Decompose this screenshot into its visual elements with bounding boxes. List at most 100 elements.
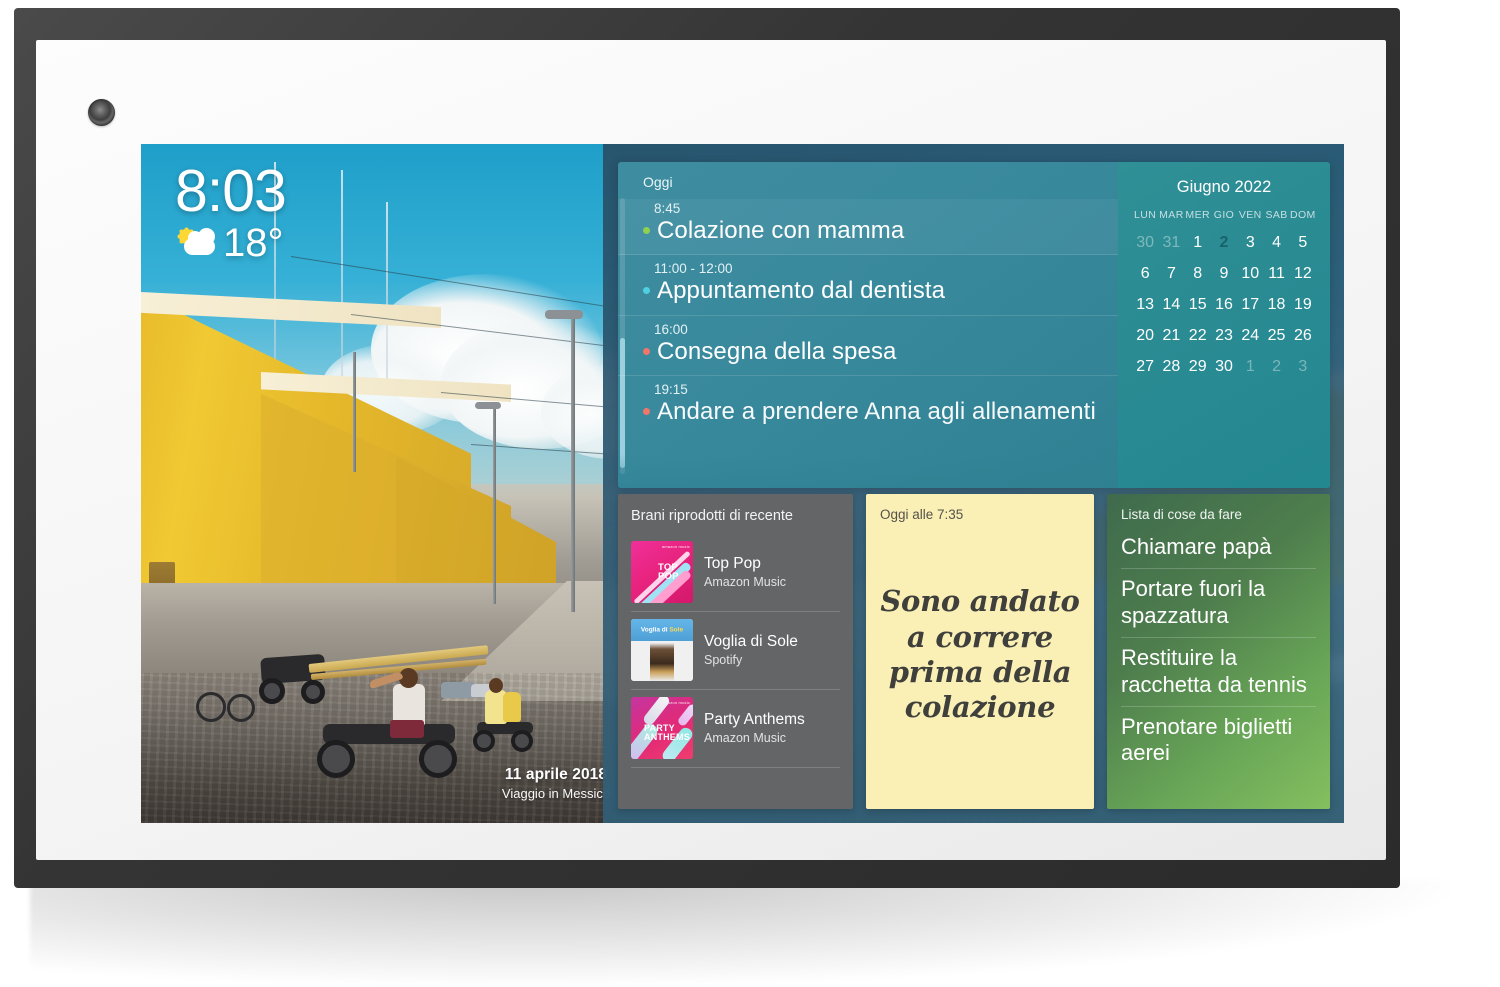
agenda-event[interactable]: 8:45 Colazione con mamma bbox=[618, 199, 1118, 256]
calendar-month-title: Giugno 2022 bbox=[1176, 178, 1272, 196]
calendar-weekday: DOM bbox=[1290, 209, 1316, 221]
calendar-day[interactable]: 13 bbox=[1132, 293, 1158, 317]
calendar-day[interactable]: 9 bbox=[1211, 262, 1237, 286]
device-frame: 8:03 18° 11 aprile 2018 Viaggio in Messi… bbox=[14, 8, 1400, 888]
calendar-day[interactable]: 25 bbox=[1263, 324, 1289, 348]
calendar-day-today[interactable]: 2 bbox=[1211, 231, 1237, 255]
todo-item[interactable]: Prenotare biglietti aerei bbox=[1121, 707, 1316, 775]
weather-temperature: 18° bbox=[223, 221, 284, 265]
calendar-day[interactable]: 14 bbox=[1158, 293, 1184, 317]
calendar-day[interactable]: 10 bbox=[1237, 262, 1263, 286]
photo-lamp-post bbox=[493, 404, 496, 604]
agenda-event[interactable]: 19:15 Andare a prendere Anna agli allena… bbox=[618, 376, 1118, 435]
calendar-day[interactable]: 21 bbox=[1158, 324, 1184, 348]
calendar-weekday: VEN bbox=[1238, 209, 1262, 221]
track-provider: Amazon Music bbox=[704, 574, 786, 589]
calendar-day[interactable]: 30 bbox=[1211, 355, 1237, 379]
todo-item[interactable]: Restituire la racchetta da tennis bbox=[1121, 638, 1316, 707]
camera-lens-icon bbox=[88, 99, 115, 126]
calendar-day[interactable]: 30 bbox=[1132, 231, 1158, 255]
agenda-event-time: 11:00 - 12:00 bbox=[654, 261, 733, 277]
calendar-day[interactable]: 29 bbox=[1185, 355, 1211, 379]
calendar-day[interactable]: 8 bbox=[1185, 262, 1211, 286]
calendar-day[interactable]: 28 bbox=[1158, 355, 1184, 379]
calendar-day[interactable]: 23 bbox=[1211, 324, 1237, 348]
track-provider: Amazon Music bbox=[704, 730, 786, 745]
calendar-weekday: LUN bbox=[1134, 209, 1157, 221]
photo-bicycle-wheel bbox=[227, 694, 255, 722]
calendar-weekday: GIO bbox=[1213, 209, 1235, 221]
agenda-title: Oggi bbox=[643, 174, 673, 190]
photo-bicycle-wheel bbox=[196, 692, 226, 722]
album-art-icon: Voglia di Sole bbox=[631, 619, 693, 681]
list-item[interactable]: Voglia di Sole Voglia di Sole Spotify bbox=[631, 612, 840, 690]
calendar-day[interactable]: 24 bbox=[1237, 324, 1263, 348]
calendar-day[interactable]: 7 bbox=[1158, 262, 1184, 286]
photo-rider-head-far bbox=[489, 678, 503, 693]
agenda-event-dot-icon bbox=[643, 347, 650, 355]
photo-lamp-post bbox=[353, 352, 356, 472]
list-item[interactable]: amazon music PARTY ANTHEMS Party Anthems … bbox=[631, 690, 840, 768]
calendar-grid: LUN MAR MER GIO VEN SAB DOM 30 31 1 2 3 bbox=[1132, 209, 1316, 379]
recent-music-card[interactable]: Brani riprodotti di recente amazon music… bbox=[618, 494, 853, 809]
calendar-day[interactable]: 18 bbox=[1263, 293, 1289, 317]
sticky-note-card[interactable]: Oggi alle 7:35 Sono andato a correre pri… bbox=[866, 494, 1094, 809]
device-shadow bbox=[30, 880, 1450, 985]
calendar-day[interactable]: 20 bbox=[1132, 324, 1158, 348]
clock-time: 8:03 bbox=[175, 158, 287, 224]
calendar-day[interactable]: 4 bbox=[1263, 231, 1289, 255]
todo-item[interactable]: Chiamare papà bbox=[1121, 527, 1316, 570]
calendar-day[interactable]: 3 bbox=[1237, 231, 1263, 255]
agenda-event[interactable]: 16:00 Consegna della spesa bbox=[618, 316, 1118, 376]
photo-antenna bbox=[386, 202, 388, 382]
calendar-day[interactable]: 27 bbox=[1132, 355, 1158, 379]
calendar-day[interactable]: 17 bbox=[1237, 293, 1263, 317]
calendar-day[interactable]: 6 bbox=[1132, 262, 1158, 286]
calendar-day[interactable]: 22 bbox=[1185, 324, 1211, 348]
agenda-event-label: Consegna della spesa bbox=[657, 337, 897, 365]
album-art-label: Voglia di Sole bbox=[640, 626, 684, 634]
agenda-event[interactable]: 11:00 - 12:00 Appuntamento dal dentista bbox=[618, 255, 1118, 316]
agenda-event-dot-icon bbox=[643, 227, 650, 234]
track-provider: Spotify bbox=[704, 652, 743, 667]
album-art-icon: amazon music PARTY ANTHEMS bbox=[631, 697, 693, 759]
device-screen[interactable]: 8:03 18° 11 aprile 2018 Viaggio in Messi… bbox=[141, 144, 1344, 823]
agenda-event-label: Appuntamento dal dentista bbox=[657, 277, 946, 305]
photo-motorbike-wheel bbox=[473, 730, 495, 752]
calendar-day[interactable]: 1 bbox=[1185, 231, 1211, 255]
calendar-day[interactable]: 16 bbox=[1211, 293, 1237, 317]
todo-list-card[interactable]: Lista di cose da fare Chiamare papà Port… bbox=[1107, 494, 1330, 809]
calendar-day[interactable]: 3 bbox=[1290, 355, 1316, 379]
photo-motorbike-wheel bbox=[317, 740, 355, 778]
track-name: Party Anthems bbox=[704, 711, 805, 729]
widgets-bottom-row: Brani riprodotti di recente amazon music… bbox=[618, 494, 1330, 809]
calendar-day[interactable]: 5 bbox=[1290, 231, 1316, 255]
track-name: Voglia di Sole bbox=[704, 633, 798, 651]
calendar-card[interactable]: Giugno 2022 LUN MAR MER GIO VEN SAB DOM … bbox=[1118, 162, 1330, 488]
list-item[interactable]: amazon music TOP POP Top Pop Amazon Music bbox=[631, 534, 840, 612]
agenda-card[interactable]: Oggi 8:45 Colazione con mamma 11:00 - 12… bbox=[618, 162, 1118, 488]
calendar-day[interactable]: 26 bbox=[1290, 324, 1316, 348]
calendar-day[interactable]: 2 bbox=[1263, 355, 1289, 379]
agenda-list: 8:45 Colazione con mamma 11:00 - 12:00 A… bbox=[618, 199, 1118, 435]
calendar-day[interactable]: 12 bbox=[1290, 262, 1316, 286]
weather-row: 18° bbox=[177, 223, 286, 263]
agenda-event-time: 16:00 bbox=[654, 321, 688, 337]
sticky-note-time: Oggi alle 7:35 bbox=[880, 507, 964, 522]
todo-item[interactable]: Portare fuori la spazzatura bbox=[1121, 569, 1316, 639]
photo-passenger bbox=[503, 692, 521, 722]
photo-motorbike-wheel bbox=[259, 678, 285, 704]
recent-music-title: Brani riprodotti di recente bbox=[631, 508, 793, 524]
photo-lamp-head bbox=[475, 402, 501, 409]
photo-lamp-head bbox=[545, 310, 583, 319]
calendar-weekday: MER bbox=[1185, 209, 1210, 221]
calendar-day[interactable]: 31 bbox=[1158, 231, 1184, 255]
calendar-day[interactable]: 11 bbox=[1263, 262, 1289, 286]
widget-panel: Oggi 8:45 Colazione con mamma 11:00 - 12… bbox=[603, 144, 1344, 823]
calendar-day[interactable]: 15 bbox=[1185, 293, 1211, 317]
device-bezel: 8:03 18° 11 aprile 2018 Viaggio in Messi… bbox=[36, 40, 1386, 860]
calendar-day[interactable]: 1 bbox=[1237, 355, 1263, 379]
partly-cloudy-icon bbox=[177, 227, 219, 259]
calendar-day[interactable]: 19 bbox=[1290, 293, 1316, 317]
calendar-weekday: SAB bbox=[1265, 209, 1288, 221]
